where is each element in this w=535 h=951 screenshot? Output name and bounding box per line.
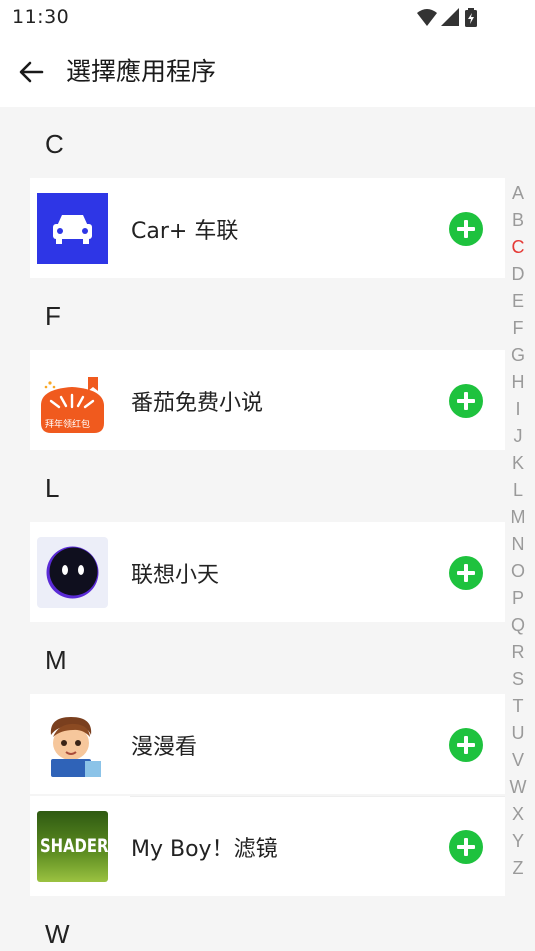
app-list[interactable]: C Car+ 车联 F 拜年领红包 番茄免费小说 L 联想小天 M 漫漫看 SH… (0, 107, 535, 951)
arrow-left-icon (19, 61, 44, 83)
index-letter-i[interactable]: I (505, 396, 531, 423)
section-header-f: F (45, 301, 61, 331)
app-name: 番茄免费小说 (131, 391, 264, 416)
battery-charging-icon (465, 8, 477, 27)
alphabet-index-bar[interactable]: A B C D E F G H I J K L M N O P Q R S T … (505, 180, 531, 884)
manmankan-app-icon (37, 709, 108, 780)
app-row-manmankan[interactable]: 漫漫看 (30, 694, 505, 794)
section-header-c: C (45, 129, 64, 159)
section-header-m: M (45, 645, 67, 675)
index-letter-z[interactable]: Z (505, 855, 531, 882)
index-letter-b[interactable]: B (505, 207, 531, 234)
status-time: 11:30 (12, 6, 70, 28)
app-name: 联想小天 (131, 563, 220, 588)
index-letter-t[interactable]: T (505, 693, 531, 720)
row-divider (130, 796, 505, 797)
car-app-icon (37, 193, 108, 264)
lenovo-xiaotian-app-icon (37, 537, 108, 608)
index-letter-h[interactable]: H (505, 369, 531, 396)
index-letter-u[interactable]: U (505, 720, 531, 747)
index-letter-r[interactable]: R (505, 639, 531, 666)
app-name: Car+ 车联 (131, 219, 239, 244)
section-header-l: L (45, 473, 60, 503)
index-letter-g[interactable]: G (505, 342, 531, 369)
add-tomato-novel-button[interactable] (449, 384, 483, 418)
index-letter-a[interactable]: A (505, 180, 531, 207)
add-my-boy-shader-button[interactable] (449, 830, 483, 864)
status-icons (415, 8, 495, 28)
index-letter-v[interactable]: V (505, 747, 531, 774)
app-bar: 選擇應用程序 (0, 36, 535, 107)
index-letter-e[interactable]: E (505, 288, 531, 315)
shader-icon-text: SHADER (40, 835, 108, 857)
add-lenovo-xiaotian-button[interactable] (449, 556, 483, 590)
index-letter-p[interactable]: P (505, 585, 531, 612)
back-button[interactable] (14, 56, 50, 88)
tomato-novel-app-icon: 拜年领红包 (37, 365, 108, 436)
app-name: My Boy！滤镜 (131, 837, 278, 862)
app-row-my-boy-shader[interactable]: SHADER My Boy！滤镜 (30, 796, 505, 896)
index-letter-m[interactable]: M (505, 504, 531, 531)
app-name: 漫漫看 (131, 735, 198, 760)
app-row-tomato-novel[interactable]: 拜年领红包 番茄免费小说 (30, 350, 505, 450)
index-letter-n[interactable]: N (505, 531, 531, 558)
index-letter-d[interactable]: D (505, 261, 531, 288)
index-letter-q[interactable]: Q (505, 612, 531, 639)
index-letter-l[interactable]: L (505, 477, 531, 504)
shader-app-icon: SHADER (37, 811, 108, 882)
add-car-plus-button[interactable] (449, 212, 483, 246)
index-letter-k[interactable]: K (505, 450, 531, 477)
wifi-icon (417, 9, 437, 26)
index-letter-f[interactable]: F (505, 315, 531, 342)
page-title: 選擇應用程序 (66, 57, 217, 86)
index-letter-j[interactable]: J (505, 423, 531, 450)
icon-badge-text: 拜年领红包 (45, 420, 91, 430)
add-manmankan-button[interactable] (449, 728, 483, 762)
section-header-w: W (45, 919, 70, 949)
app-row-lenovo-xiaotian[interactable]: 联想小天 (30, 522, 505, 622)
index-letter-s[interactable]: S (505, 666, 531, 693)
index-letter-c[interactable]: C (505, 234, 531, 261)
index-letter-x[interactable]: X (505, 801, 531, 828)
signal-icon (441, 8, 459, 26)
status-bar: 11:30 (0, 0, 535, 36)
index-letter-o[interactable]: O (505, 558, 531, 585)
app-row-car-plus[interactable]: Car+ 车联 (30, 178, 505, 278)
index-letter-w[interactable]: W (505, 774, 531, 801)
index-letter-y[interactable]: Y (505, 828, 531, 855)
